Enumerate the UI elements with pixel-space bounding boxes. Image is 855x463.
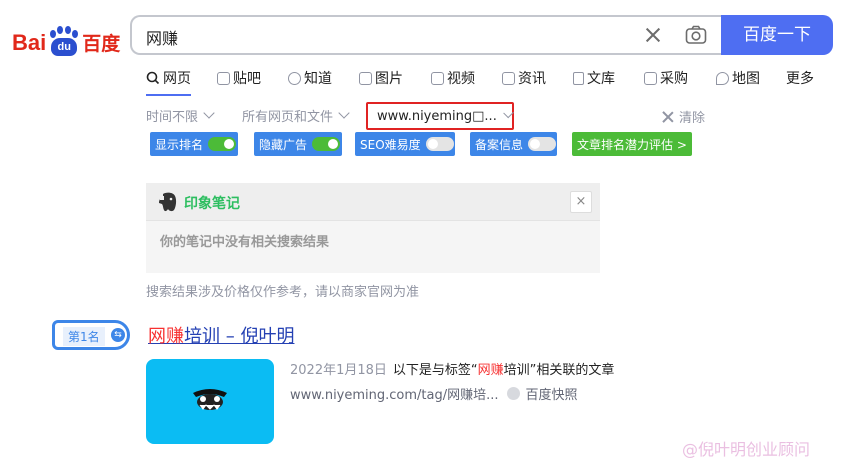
toggle-switch[interactable] — [425, 137, 454, 151]
news-icon — [502, 71, 515, 85]
rank-badge: 第1名 ⇆ — [52, 320, 130, 350]
map-pin-icon — [716, 71, 729, 85]
search-icon — [146, 71, 160, 85]
tab-label: 网页 — [163, 71, 191, 87]
hide-ads-label: 隐藏广告 — [259, 137, 308, 152]
chevron-down-icon — [338, 107, 350, 119]
search-tabs: 网页 贴吧 知道 图片 视频 资讯 文库 采购 地图 更多 — [146, 68, 814, 88]
clear-search-icon[interactable] — [642, 24, 664, 46]
camera-icon[interactable] — [685, 25, 707, 45]
title-rest: 培训 – 倪叶明 — [184, 326, 295, 347]
chevron-down-icon — [203, 107, 215, 119]
time-filter-label: 时间不限 — [146, 110, 199, 125]
snippet-post: 培训”相关联的文章 — [503, 363, 615, 378]
tab-tieba[interactable]: 贴吧 — [217, 68, 288, 88]
logo-text-du: du — [51, 38, 78, 56]
doc-icon — [573, 71, 584, 85]
image-icon — [359, 71, 372, 85]
close-button[interactable]: × — [570, 191, 592, 213]
tab-label: 地图 — [732, 71, 760, 87]
snippet-highlight: 网赚 — [477, 363, 504, 378]
site-filter[interactable]: www.niyeming□... — [366, 102, 514, 130]
toggle-switch[interactable] — [208, 137, 237, 151]
result-date: 2022年1月18日 — [290, 363, 387, 378]
toggle-switch[interactable] — [528, 137, 557, 151]
tab-images[interactable]: 图片 — [359, 68, 431, 88]
search-button[interactable]: 百度一下 — [721, 15, 833, 55]
price-disclaimer: 搜索结果涉及价格仅作参考，请以商家官网为准 — [146, 285, 420, 300]
video-icon — [431, 71, 444, 85]
time-filter[interactable]: 时间不限 — [146, 106, 215, 125]
search-input[interactable]: 网赚 — [146, 25, 178, 49]
show-rank-toggle[interactable]: 显示排名 — [150, 132, 238, 156]
evernote-panel: 印象笔记 × 你的笔记中没有相关搜索结果 — [146, 183, 600, 273]
logo-text-cn: 百度 — [82, 33, 121, 55]
tab-video[interactable]: 视频 — [431, 68, 502, 88]
tab-label: 知道 — [304, 71, 332, 87]
tab-zhidao[interactable]: 知道 — [288, 68, 359, 88]
clear-filters-button[interactable]: 清除 — [662, 107, 705, 126]
seo-difficulty-toggle[interactable]: SEO难易度 — [355, 132, 455, 156]
tab-web[interactable]: 网页 — [146, 68, 217, 88]
tab-purchase[interactable]: 采购 — [644, 68, 716, 88]
snapshot-link[interactable]: 百度快照 — [526, 384, 578, 403]
tab-label: 视频 — [447, 71, 475, 87]
evernote-elephant-icon — [159, 192, 177, 212]
paw-icon: du — [47, 26, 81, 56]
chevron-down-icon — [503, 107, 514, 119]
tab-label: 文库 — [587, 71, 615, 87]
toggle-switch[interactable] — [312, 137, 341, 151]
result-title-link[interactable]: 网赚培训 – 倪叶明 — [148, 322, 294, 348]
evernote-header: 印象笔记 × — [146, 183, 600, 221]
type-filter[interactable]: 所有网页和文件 — [242, 106, 350, 125]
beian-toggle[interactable]: 备案信息 — [470, 132, 557, 156]
hide-ads-toggle[interactable]: 隐藏广告 — [254, 132, 342, 156]
tab-label: 采购 — [660, 71, 688, 87]
type-filter-label: 所有网页和文件 — [242, 110, 334, 125]
beian-label: 备案信息 — [475, 137, 524, 152]
watermark: @倪叶明创业顾问 — [682, 440, 811, 459]
baidu-logo[interactable]: Bai du 百度 — [12, 20, 120, 56]
result-url-line: www.niyeming.com/tag/网赚培... 百度快照 — [290, 384, 578, 403]
tab-label: 贴吧 — [233, 71, 261, 87]
title-highlight: 网赚 — [148, 326, 184, 347]
search-box[interactable]: 网赚 — [130, 15, 722, 55]
tab-wenku[interactable]: 文库 — [573, 68, 644, 88]
result-thumbnail[interactable] — [146, 359, 274, 444]
tab-label: 更多 — [786, 71, 814, 87]
seo-label: SEO难易度 — [360, 137, 421, 152]
result-url[interactable]: www.niyeming.com/tag/网赚培... — [290, 384, 499, 403]
bag-icon — [644, 71, 657, 85]
shield-icon — [506, 387, 520, 400]
tab-label: 图片 — [375, 71, 403, 87]
monster-face-image — [193, 389, 227, 410]
rank-potential-button[interactable]: 文章排名潜力评估 > — [572, 132, 692, 156]
tab-more[interactable]: 更多 — [786, 68, 814, 88]
tab-news[interactable]: 资讯 — [502, 68, 573, 88]
active-tab-indicator — [146, 94, 191, 96]
question-icon — [288, 71, 301, 85]
evernote-empty-message: 你的笔记中没有相关搜索结果 — [160, 235, 330, 250]
logo-text-bai: Bai — [12, 30, 47, 55]
evernote-title: 印象笔记 — [184, 196, 240, 212]
clear-filters-label: 清除 — [679, 111, 706, 126]
link-icon: ⇆ — [111, 328, 125, 342]
snippet-pre: 以下是与标签“ — [392, 363, 478, 378]
tieba-icon — [217, 71, 230, 85]
tab-map[interactable]: 地图 — [716, 68, 786, 88]
show-rank-label: 显示排名 — [155, 137, 204, 152]
close-icon — [662, 111, 674, 123]
tab-label: 资讯 — [518, 71, 546, 87]
site-filter-label: www.niyeming□... — [377, 109, 497, 124]
rank-label: 第1名 — [63, 327, 105, 346]
result-snippet: 2022年1月18日 以下是与标签“网赚培训”相关联的文章 — [290, 359, 614, 378]
